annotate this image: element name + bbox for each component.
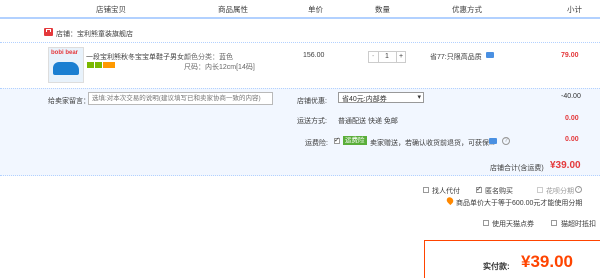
header-discount: 优惠方式 [452, 5, 482, 14]
shoe-image [53, 62, 79, 75]
item-thumbnail[interactable]: bobi bear [48, 47, 84, 83]
discount-info-icon[interactable] [486, 52, 494, 58]
shop-label: 店铺： [56, 31, 77, 38]
shop-total-label: 店铺合计(含运费) [490, 165, 544, 172]
shop-discount-select[interactable]: 省40元:内部券 ▾ [338, 92, 424, 103]
insurance-text: 卖家赠送，若确认收货前退货，可获保... [370, 140, 495, 147]
badge-7day-icon [87, 62, 94, 68]
qty-input[interactable]: 1 [385, 53, 389, 60]
header-attrs: 商品属性 [218, 5, 248, 14]
payment-label: 实付款: [483, 262, 510, 271]
location-warning-icon [445, 195, 455, 206]
proxy-pay-checkbox[interactable] [423, 187, 429, 193]
anonymous-label: 匿名购买 [485, 188, 513, 195]
insurance-info-icon[interactable] [489, 138, 497, 144]
shop-name-link[interactable]: 宝利熊童装旗舰店 [77, 29, 133, 39]
thumb-brand-logo: bobi bear [51, 50, 79, 56]
shop-discount-amount: -40.00 [561, 93, 581, 100]
tmall-points-checkbox[interactable] [483, 220, 489, 226]
shop-total-value: ¥39.00 [550, 160, 581, 171]
header-price: 单价 [308, 5, 323, 14]
header-shop-item: 店铺宝贝 [96, 5, 126, 14]
shipping-value: 普通配送 快递 免邮 [338, 118, 398, 125]
header-divider [0, 17, 600, 19]
huabei-help-icon[interactable]: ? [575, 186, 582, 193]
insurance-amount: 0.00 [565, 136, 579, 143]
header-qty: 数量 [375, 5, 390, 14]
item-size: 尺码：内长12cm[14码] [184, 64, 255, 71]
insurance-label: 运费险: [305, 140, 328, 147]
payment-value: ¥39.00 [521, 252, 573, 271]
item-subtotal: 79.00 [561, 52, 579, 59]
item-color: 颜色分类：蓝色 [184, 54, 233, 61]
help-icon[interactable]: ? [502, 137, 510, 145]
badge-guarantee-icon [95, 62, 102, 68]
item-title-link[interactable]: 一段宝利熊秋冬宝宝单鞋子男女... [86, 52, 190, 62]
qty-plus-button[interactable]: + [399, 53, 403, 60]
header-subtotal: 小计 [567, 5, 582, 14]
huabei-label: 花呗分期 [546, 188, 574, 195]
qty-minus-button[interactable]: - [372, 53, 374, 60]
shop-icon [44, 28, 53, 36]
item-discount: 省77:只限高品质 [430, 54, 482, 61]
huabei-note: 商品单价大于等于600.00元才能使用分期 [456, 200, 583, 207]
shop-discount-selected: 省40元:内部券 [342, 96, 387, 103]
anonymous-checkbox[interactable] [476, 185, 482, 193]
payment-box: 实付款: ¥39.00 [424, 240, 600, 278]
chevron-down-icon: ▾ [417, 94, 421, 101]
shipping-label: 运送方式: [297, 118, 327, 125]
quantity-stepper: - 1 + [368, 51, 406, 63]
item-price: 156.00 [303, 52, 325, 59]
proxy-pay-label: 找人代付 [432, 188, 460, 195]
huabei-checkbox[interactable] [537, 187, 543, 193]
tmall-invoice-checkbox[interactable] [551, 220, 557, 226]
shipping-amount: 0.00 [565, 115, 579, 122]
message-label: 给卖家留言： [48, 98, 90, 105]
badge-card-icon [103, 62, 115, 68]
message-input[interactable] [88, 92, 273, 105]
tmall-invoice-label: 猫超时抵扣 [561, 221, 596, 228]
insurance-tag: 运费险 [343, 136, 367, 145]
tmall-points-label: 使用天猫点券 [492, 221, 534, 228]
insurance-checkbox[interactable] [334, 136, 340, 144]
shop-discount-label: 店铺优惠: [297, 98, 327, 105]
